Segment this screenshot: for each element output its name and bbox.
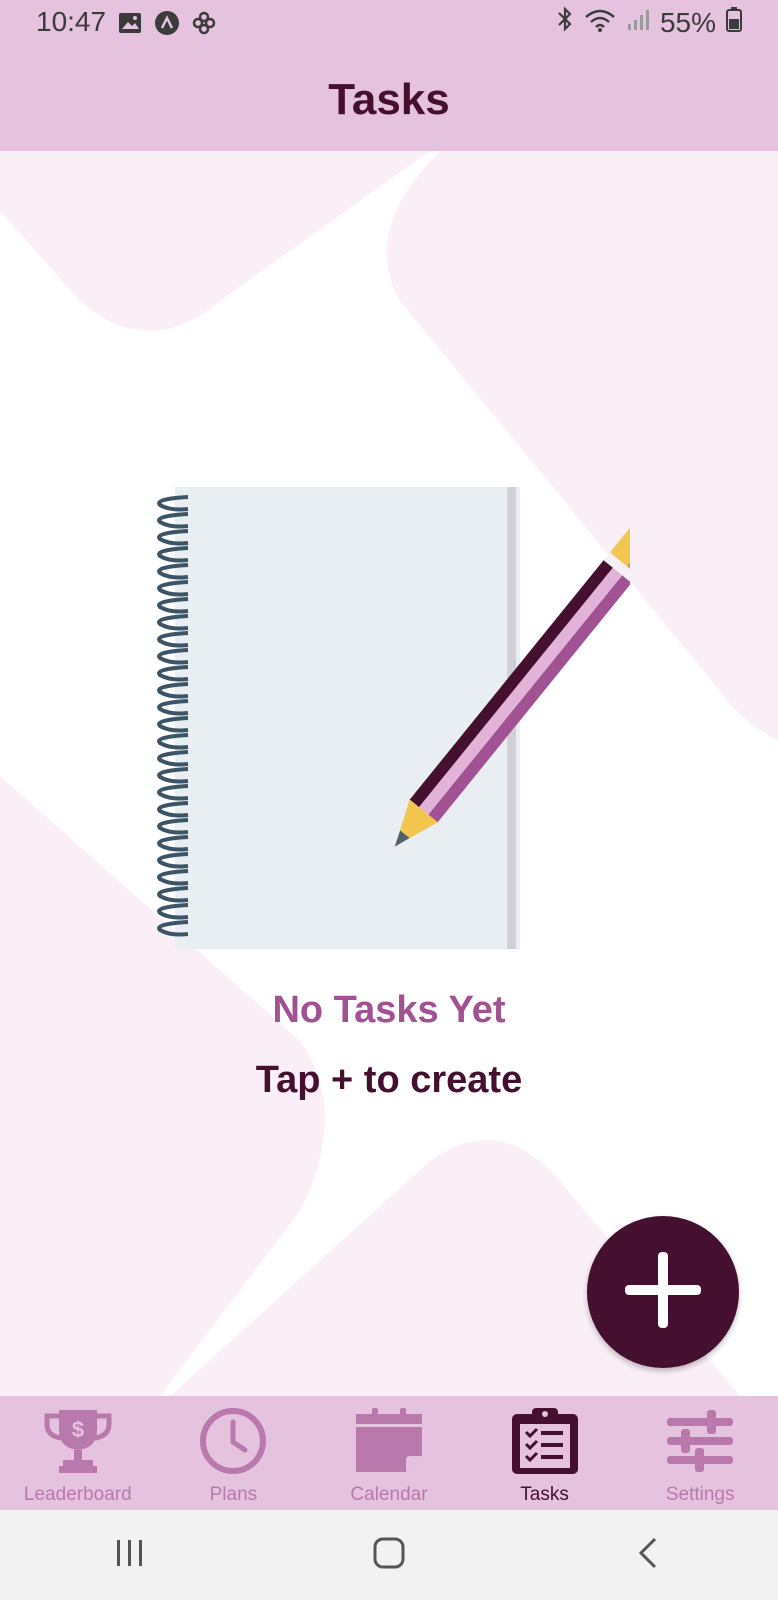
calendar-icon [354,1406,424,1476]
back-button[interactable] [603,1525,693,1585]
back-icon [638,1537,658,1574]
notebook-pencil-illustration [157,487,630,949]
plus-icon [625,1251,701,1333]
nav-label-plans: Plans [209,1484,258,1505]
pinwheel-icon [192,11,216,40]
empty-state-title: No Tasks Yet [272,989,506,1031]
nav-label-calendar: Calendar [350,1484,428,1505]
main-content: No Tasks Yet Tap + to create [0,151,778,1396]
page-title: Tasks [328,74,450,124]
status-bar: 10:47 55% [0,0,778,48]
sliders-icon [665,1406,735,1476]
battery-icon [726,6,742,39]
app-notification-icon [154,10,180,41]
clipboard-icon [510,1406,580,1476]
battery-percent: 55% [659,6,716,38]
clock-icon [198,1406,268,1476]
recent-apps-icon [115,1539,145,1572]
bottom-navigation: $ Leaderboard Plans Calendar Tasks Setti… [0,1396,778,1510]
nav-label-leaderboard: Leaderboard [23,1484,132,1505]
status-notification-icons [118,10,216,41]
signal-icon [626,7,650,39]
nav-label-tasks: Tasks [520,1484,569,1505]
add-task-button[interactable] [587,1216,739,1368]
gallery-icon [118,12,142,39]
nav-item-settings[interactable]: Settings [622,1396,778,1510]
system-navigation-bar [0,1510,778,1600]
bluetooth-icon [556,6,574,39]
nav-item-plans[interactable]: Plans [156,1396,312,1510]
status-time: 10:47 [36,6,107,37]
wifi-icon [584,7,616,39]
nav-label-settings: Settings [665,1484,735,1505]
home-icon [373,1537,405,1574]
home-button[interactable] [344,1525,434,1585]
nav-item-leaderboard[interactable]: $ Leaderboard [0,1396,156,1510]
svg-text:$: $ [72,1417,84,1442]
nav-item-tasks[interactable]: Tasks [467,1396,623,1510]
recent-apps-button[interactable] [85,1525,175,1585]
app-header: Tasks [0,48,778,151]
status-right-group: 55% [556,6,742,39]
trophy-icon: $ [43,1406,113,1476]
nav-item-calendar[interactable]: Calendar [311,1396,467,1510]
empty-state-subtitle: Tap + to create [255,1059,523,1101]
